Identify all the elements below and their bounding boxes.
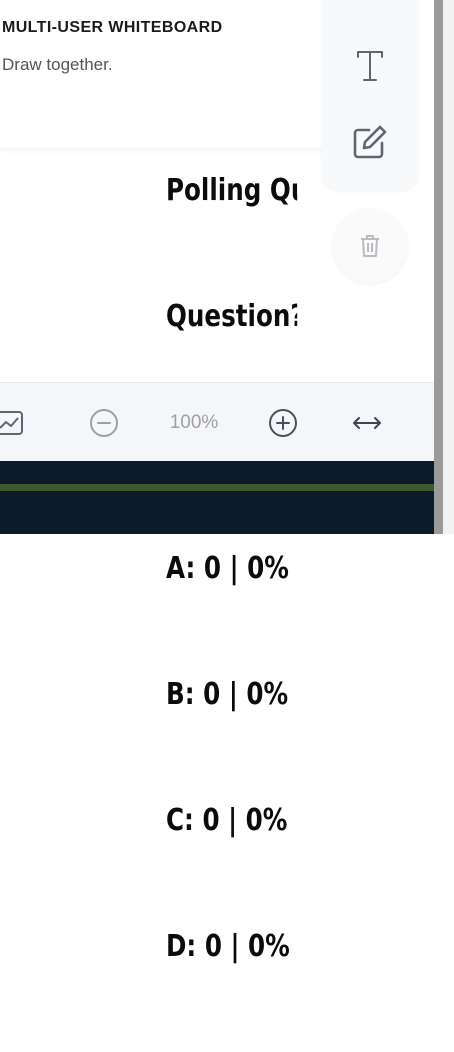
chart-line-icon	[0, 410, 23, 435]
zoom-in-button[interactable]	[267, 383, 299, 462]
app-title: MULTI-USER WHITEBOARD	[2, 19, 223, 36]
poll-line: C: 0 | 0%	[166, 803, 288, 838]
text-T-icon	[357, 51, 383, 81]
fit-width-button[interactable]	[350, 383, 384, 462]
fit-width-arrows-icon	[353, 416, 381, 429]
accent-divider	[0, 484, 454, 491]
poll-line: Question?	[166, 299, 298, 334]
pencil-square-icon	[353, 125, 387, 159]
delete-button[interactable]	[333, 209, 407, 283]
poll-line: B: 0 | 0%	[166, 677, 289, 712]
poll-line: Polling Ques	[166, 173, 297, 208]
plus-circle-icon	[269, 408, 297, 437]
footer-bar	[0, 461, 434, 534]
minus-circle-icon	[90, 408, 118, 437]
app-subtitle: Draw together.	[2, 55, 113, 74]
zoom-level: 100%	[169, 411, 219, 433]
zoom-toolbar: 100%	[0, 382, 434, 462]
text-tool-button[interactable]	[322, 36, 418, 96]
partial-icon	[360, 0, 380, 4]
trash-icon	[361, 235, 379, 257]
poll-line: D: 0 | 0%	[166, 929, 290, 964]
zoom-out-button[interactable]	[88, 383, 120, 462]
partial-tool-button[interactable]	[322, 0, 418, 4]
poll-line: A: 0 | 0%	[166, 551, 289, 586]
poll-text-block[interactable]: Polling Ques Question? A: 0 | 0% B: 0 | …	[166, 86, 297, 1052]
note-tool-button[interactable]	[322, 112, 418, 172]
scrollbar-thumb[interactable]	[434, 0, 443, 534]
tool-panel	[322, 0, 418, 190]
chart-button[interactable]	[0, 383, 24, 462]
